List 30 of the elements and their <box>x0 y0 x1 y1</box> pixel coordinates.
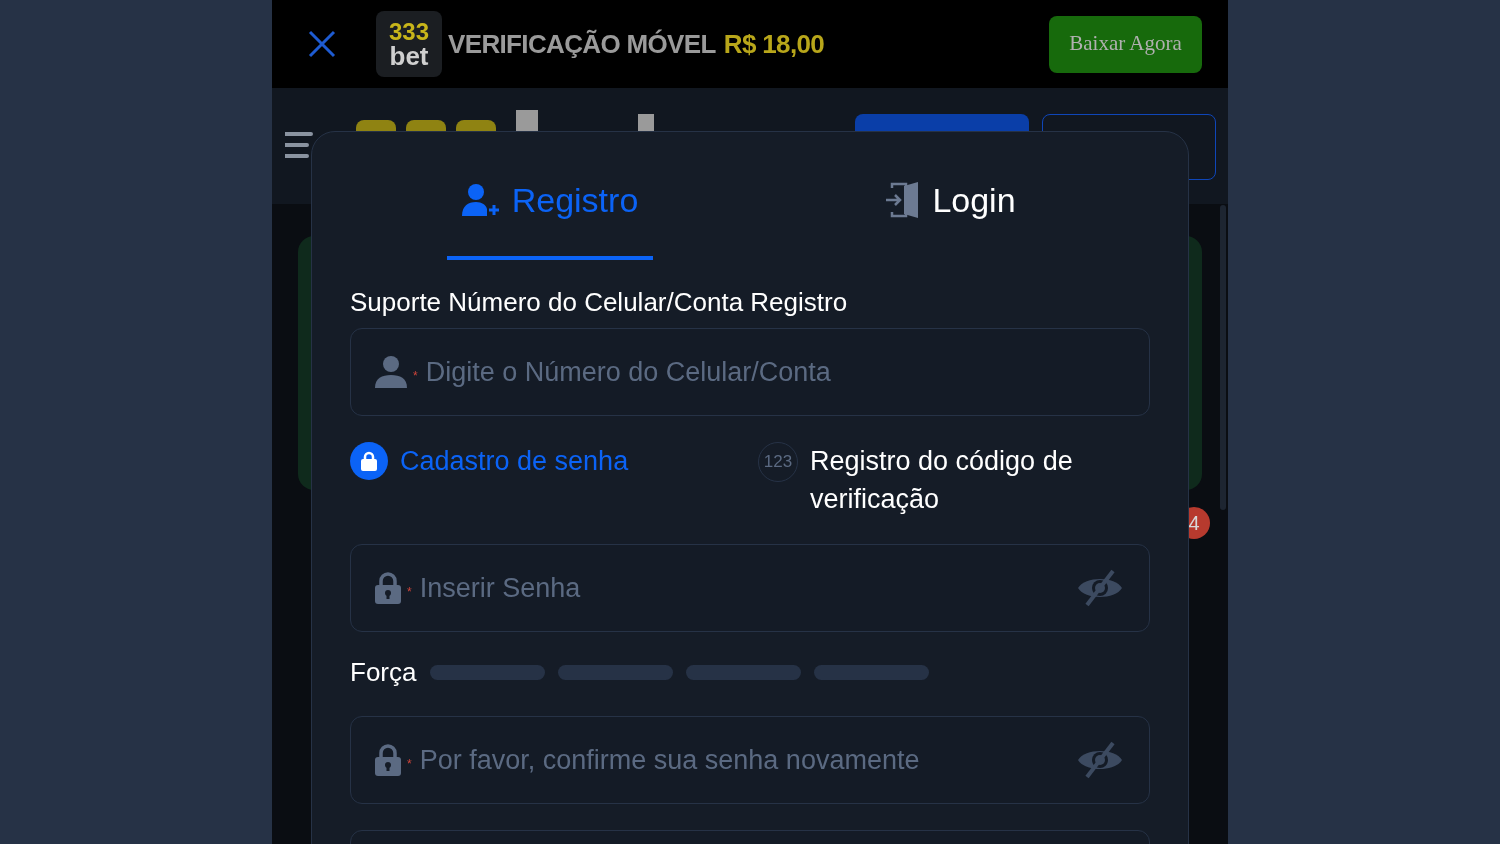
eye-off-icon[interactable] <box>1077 569 1123 607</box>
menu-icon[interactable] <box>285 130 315 160</box>
lock-icon <box>350 442 388 480</box>
text-input[interactable]: Por favor, confirme sua senha novamente <box>419 739 1077 781</box>
required-mark: * <box>413 368 418 385</box>
required-mark: * <box>407 756 412 773</box>
field-label: Suporte Número do Celular/Conta Registro <box>350 286 849 318</box>
logo-text: 333 <box>388 20 429 44</box>
mode-option[interactable]: Cadastro de senha <box>350 442 742 518</box>
logo-text: bet <box>389 44 429 68</box>
required-mark: * <box>407 584 412 601</box>
lock-icon <box>375 744 401 776</box>
text-input[interactable]: Inserir Senha <box>419 567 1077 609</box>
tab[interactable]: Login <box>869 132 1031 260</box>
download-button[interactable]: Baixar Agora <box>1049 15 1202 73</box>
user-add-icon <box>461 183 500 217</box>
strength-label: Força <box>350 655 417 689</box>
eye-off-icon[interactable] <box>1077 741 1123 779</box>
banner-headline: VERIFICAÇÃO MÓVEL <box>448 27 716 61</box>
lock-icon <box>375 572 401 604</box>
mode-option[interactable]: 123 Registro do código de verificação <box>742 442 1150 518</box>
user-icon <box>375 356 407 388</box>
input-field[interactable]: * Digite o Número do Celular/Conta <box>350 328 1150 416</box>
input-field[interactable]: * Por favor, confirme sua senha novamente <box>350 716 1150 804</box>
banner-amount: R$ 18,00 <box>723 27 825 61</box>
input-field[interactable]: * Inserir Senha <box>350 544 1150 632</box>
door-enter-icon <box>884 182 921 218</box>
tab[interactable]: Registro <box>446 132 654 260</box>
close-icon[interactable] <box>308 30 336 58</box>
text-input[interactable]: Digite o Número do Celular/Conta <box>425 351 1123 393</box>
